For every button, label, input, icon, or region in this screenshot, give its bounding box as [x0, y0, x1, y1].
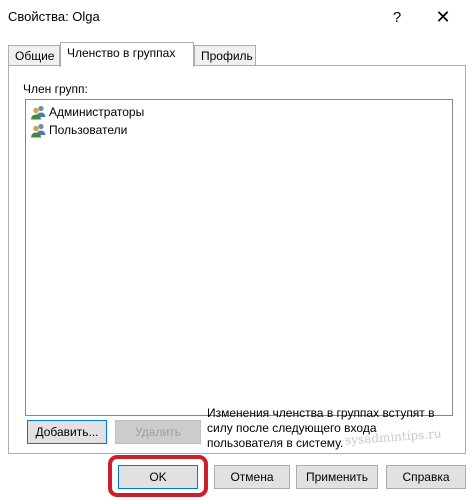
close-icon: ✕: [435, 6, 451, 27]
tab-panel: Член групп: Администраторы Пользователи …: [8, 65, 466, 454]
ok-highlight-annotation: [108, 455, 208, 497]
add-button[interactable]: Добавить...: [27, 420, 107, 444]
notice-line: Изменения членства в группах вступят в: [207, 406, 435, 420]
remove-button[interactable]: Удалить: [115, 420, 201, 444]
tab-profile[interactable]: Профиль: [194, 45, 256, 66]
tab-group-membership[interactable]: Членство в группах: [60, 42, 194, 67]
tab-general[interactable]: Общие: [8, 45, 60, 66]
apply-button[interactable]: Применить: [296, 465, 378, 489]
groups-label: Член групп:: [23, 82, 88, 96]
close-button[interactable]: ✕: [426, 4, 460, 30]
list-item[interactable]: Пользователи: [30, 121, 330, 139]
window-title: Свойства: Olga: [8, 9, 100, 24]
title-bar: Свойства: Olga ? ✕: [0, 0, 474, 34]
list-item[interactable]: Администраторы: [30, 103, 330, 121]
cancel-button[interactable]: Отмена: [214, 465, 290, 489]
groups-list[interactable]: Администраторы Пользователи: [25, 99, 453, 416]
tab-strip: Общие Членство в группах Профиль: [8, 42, 466, 67]
user-group-icon: [31, 105, 46, 120]
group-name: Пользователи: [49, 123, 128, 137]
group-name: Администраторы: [49, 105, 145, 119]
help-title-button[interactable]: ?: [380, 4, 414, 30]
properties-dialog: Свойства: Olga ? ✕ Общие Членство в груп…: [0, 0, 474, 499]
help-button[interactable]: Справка: [386, 465, 466, 489]
user-group-icon: [31, 123, 46, 138]
question-icon: ?: [392, 8, 402, 26]
